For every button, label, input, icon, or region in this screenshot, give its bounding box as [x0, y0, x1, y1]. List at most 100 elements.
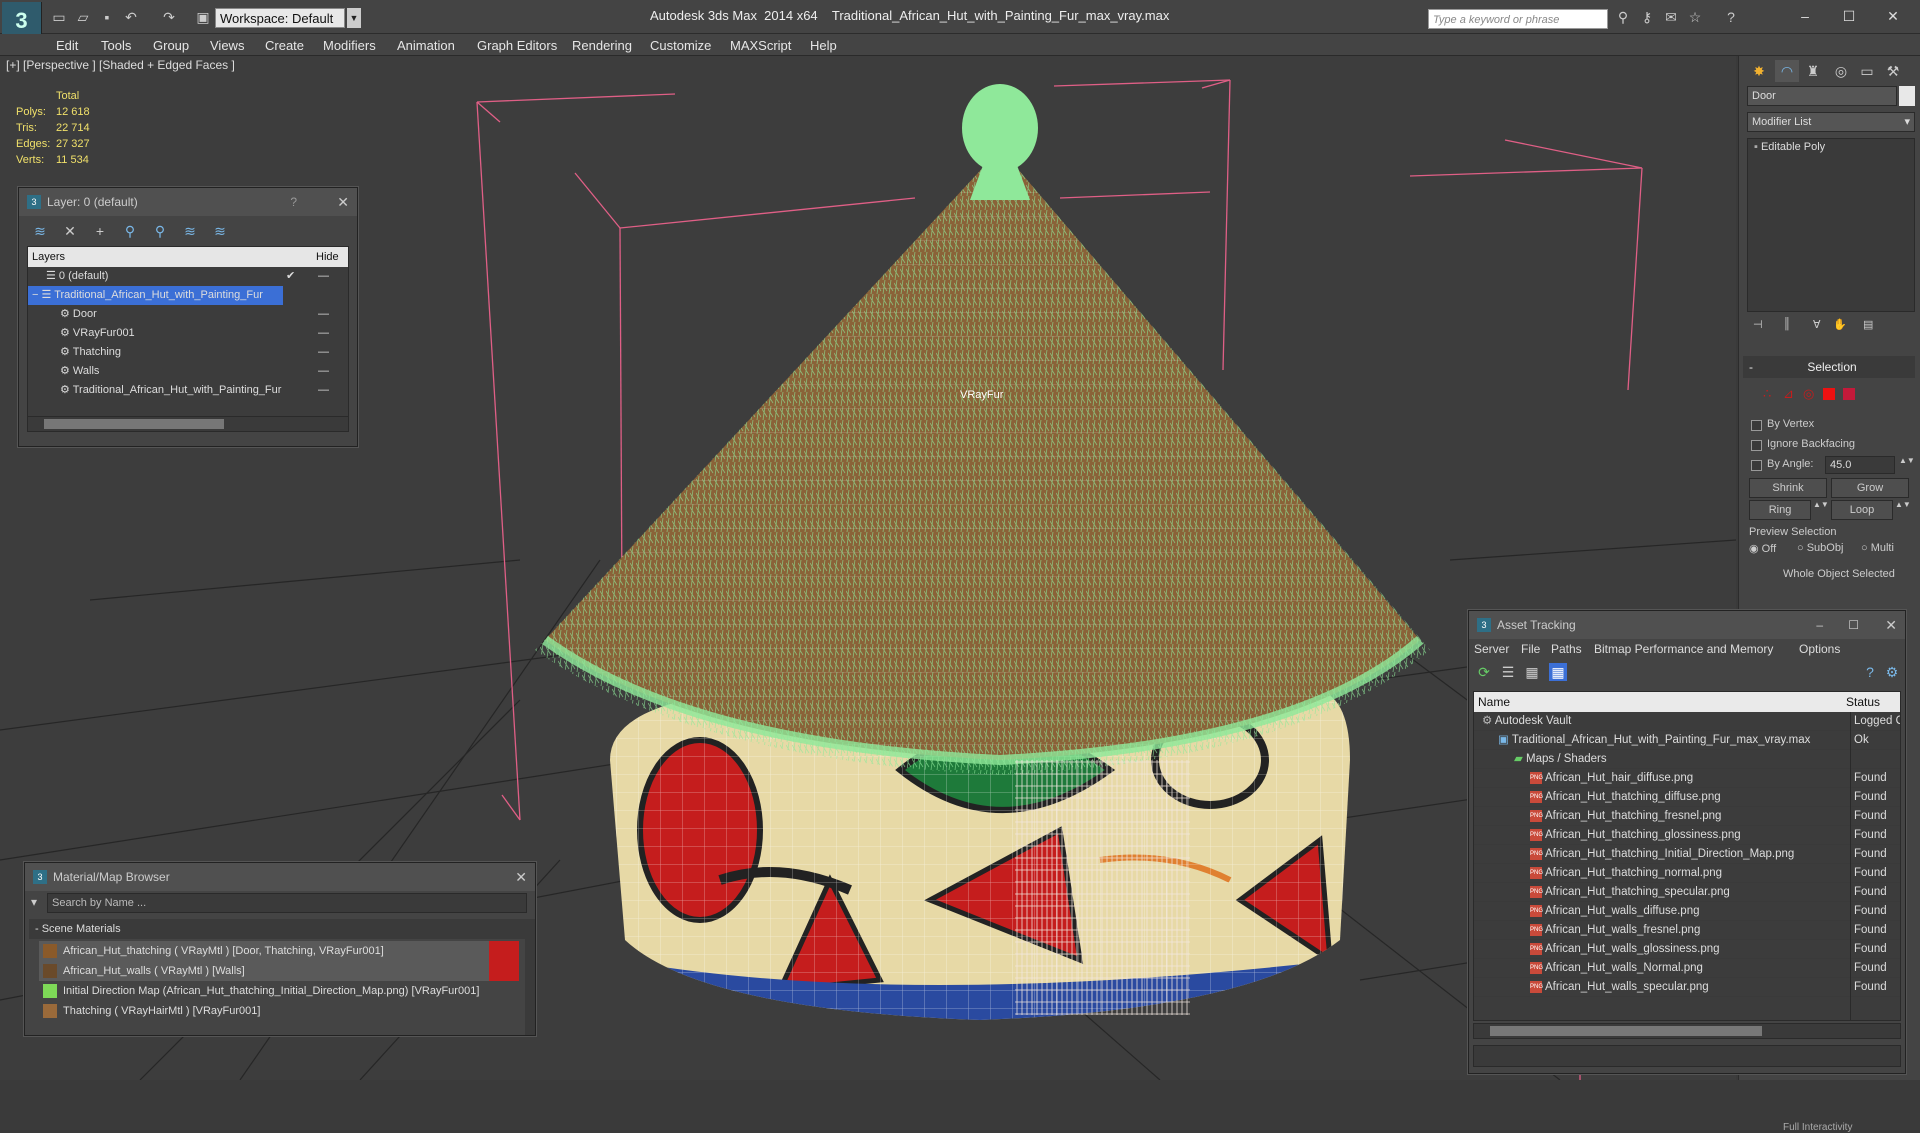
list-view-icon[interactable]: ☰: [1499, 663, 1517, 681]
menu-maxscript[interactable]: MAXScript: [730, 38, 791, 53]
refresh-icon[interactable]: ⟳: [1475, 663, 1493, 681]
scroll-thumb[interactable]: [1490, 1026, 1762, 1036]
loop-spinner[interactable]: ▲▼: [1895, 500, 1911, 509]
settings-icon[interactable]: ⚙: [1883, 663, 1901, 681]
close-icon[interactable]: ✕: [337, 188, 349, 216]
remove-modifier-icon[interactable]: ✋: [1833, 318, 1847, 331]
create-tab-icon[interactable]: ✸: [1747, 60, 1771, 82]
table-view-icon[interactable]: ▦: [1549, 663, 1567, 681]
menu-modifiers[interactable]: Modifiers: [323, 38, 376, 53]
help-icon[interactable]: ?: [290, 188, 297, 216]
menu-graph-editors[interactable]: Graph Editors: [477, 38, 557, 53]
asset-row[interactable]: PNG African_Hut_thatching_normal.png Found: [1474, 864, 1900, 883]
layer-row-selected[interactable]: − ☰ Traditional_African_Hut_with_Paintin…: [28, 286, 283, 305]
asset-row[interactable]: ▣ Traditional_African_Hut_with_Painting_…: [1474, 731, 1900, 750]
by-vertex-checkbox[interactable]: [1751, 420, 1762, 431]
shrink-button[interactable]: Shrink: [1749, 478, 1827, 498]
menu-create[interactable]: Create: [265, 38, 304, 53]
redo-icon[interactable]: ↷: [160, 8, 178, 26]
ring-spinner[interactable]: ▲▼: [1813, 500, 1829, 509]
close-icon[interactable]: ✕: [1885, 611, 1897, 639]
material-item[interactable]: African_Hut_walls ( VRayMtl ) [Walls]: [39, 961, 519, 981]
new-file-icon[interactable]: ▭: [50, 8, 68, 26]
minimize-button[interactable]: –: [1790, 4, 1820, 28]
edge-mode-icon[interactable]: ⊿: [1783, 386, 1794, 402]
hide-toggle[interactable]: —: [318, 305, 329, 324]
minimize-button[interactable]: –: [1816, 611, 1823, 639]
chevron-down-icon[interactable]: ▼: [347, 8, 361, 28]
ring-button[interactable]: Ring: [1749, 500, 1811, 520]
hide-toggle[interactable]: —: [318, 267, 329, 286]
menu-animation[interactable]: Animation: [397, 38, 455, 53]
menu-bitmap-performance[interactable]: Bitmap Performance and Memory: [1594, 642, 1773, 656]
asset-row[interactable]: PNG African_Hut_thatching_glossiness.png F…: [1474, 826, 1900, 845]
configure-sets-icon[interactable]: ▤: [1863, 318, 1873, 331]
selection-rollout-header[interactable]: - Selection: [1743, 356, 1915, 378]
layers-column-header[interactable]: Layers: [28, 251, 65, 263]
asset-row[interactable]: PNG African_Hut_walls_fresnel.png Found: [1474, 921, 1900, 940]
close-icon[interactable]: ✕: [515, 863, 527, 891]
hide-toggle[interactable]: —: [318, 362, 329, 381]
menu-server[interactable]: Server: [1474, 642, 1509, 656]
subscription-icon[interactable]: ⚷: [1638, 8, 1656, 26]
maximize-button[interactable]: ☐: [1834, 4, 1864, 28]
search-input[interactable]: Type a keyword or phrase: [1428, 9, 1608, 29]
add-to-layer-icon[interactable]: +: [91, 222, 109, 240]
asset-row[interactable]: PNG African_Hut_thatching_diffuse.png Foun…: [1474, 788, 1900, 807]
scene-materials-header[interactable]: - Scene Materials: [29, 919, 529, 939]
scroll-thumb[interactable]: [44, 419, 224, 429]
help-icon[interactable]: ?: [1722, 8, 1740, 26]
asset-row[interactable]: ▰ Maps / Shaders: [1474, 750, 1900, 769]
angle-spinner[interactable]: ▲▼: [1899, 456, 1915, 465]
material-browser-titlebar[interactable]: 3 Material/Map Browser ✕: [25, 863, 535, 891]
object-name-field[interactable]: Door: [1747, 86, 1897, 106]
material-item[interactable]: Initial Direction Map (African_Hut_thatc…: [39, 981, 519, 1001]
layer-scrollbar[interactable]: [27, 416, 349, 432]
asset-row[interactable]: PNG African_Hut_hair_diffuse.png Found: [1474, 769, 1900, 788]
object-row[interactable]: ⚙ Walls —: [28, 362, 348, 381]
modify-tab-icon[interactable]: ◠: [1775, 60, 1799, 82]
by-angle-checkbox[interactable]: [1751, 460, 1762, 471]
polygon-mode-icon[interactable]: [1823, 388, 1835, 400]
asset-row[interactable]: PNG African_Hut_thatching_Initial_Directi…: [1474, 845, 1900, 864]
delete-layer-icon[interactable]: ✕: [61, 222, 79, 240]
utilities-tab-icon[interactable]: ⚒: [1881, 60, 1905, 82]
hide-all-icon[interactable]: ≋: [181, 222, 199, 240]
material-search-input[interactable]: Search by Name ...: [47, 893, 527, 913]
menu-paths[interactable]: Paths: [1551, 642, 1582, 656]
layer-panel-titlebar[interactable]: 3 Layer: 0 (default) ? ✕: [19, 188, 357, 216]
communication-icon[interactable]: ✉: [1662, 8, 1680, 26]
modifier-list-dropdown[interactable]: Modifier List ▾: [1747, 112, 1915, 132]
asset-row[interactable]: PNG African_Hut_thatching_fresnel.png Foun…: [1474, 807, 1900, 826]
loop-button[interactable]: Loop: [1831, 500, 1893, 520]
thumbnail-view-icon[interactable]: ▦: [1523, 663, 1541, 681]
make-unique-icon[interactable]: ∀: [1813, 318, 1821, 331]
material-scrollbar[interactable]: [525, 919, 535, 1035]
show-end-result-icon[interactable]: ║: [1783, 318, 1791, 330]
create-layer-icon[interactable]: ≋: [31, 222, 49, 240]
menu-tools[interactable]: Tools: [101, 38, 131, 53]
object-row[interactable]: ⚙ Thatching —: [28, 343, 348, 362]
material-item[interactable]: African_Hut_thatching ( VRayMtl ) [Door,…: [39, 941, 519, 961]
binoculars-icon[interactable]: ⚲: [1614, 8, 1632, 26]
preview-off-radio[interactable]: ◉ Off: [1749, 542, 1776, 555]
workspace-dropdown[interactable]: Workspace: Default: [215, 8, 345, 28]
menu-options[interactable]: Options: [1799, 642, 1840, 656]
asset-tracking-titlebar[interactable]: 3 Asset Tracking – ☐ ✕: [1469, 611, 1905, 639]
vertex-mode-icon[interactable]: ∴: [1763, 386, 1771, 402]
menu-file[interactable]: File: [1521, 642, 1540, 656]
menu-views[interactable]: Views: [210, 38, 244, 53]
motion-tab-icon[interactable]: ◎: [1829, 60, 1853, 82]
asset-row[interactable]: ⚙ Autodesk Vault Logged O: [1474, 712, 1900, 731]
open-file-icon[interactable]: ▱: [74, 8, 92, 26]
asset-row[interactable]: PNG African_Hut_walls_diffuse.png Found: [1474, 902, 1900, 921]
preview-subobj-radio[interactable]: ○ SubObj: [1797, 542, 1843, 554]
menu-group[interactable]: Group: [153, 38, 189, 53]
hide-toggle[interactable]: —: [318, 381, 329, 400]
undo-icon[interactable]: ↶: [122, 8, 140, 26]
filter-icon[interactable]: ▾: [31, 895, 37, 909]
menu-help[interactable]: Help: [810, 38, 837, 53]
name-column-header[interactable]: Name: [1478, 692, 1510, 712]
pin-stack-icon[interactable]: ⊣: [1753, 318, 1763, 331]
highlight-layer-icon[interactable]: ⚲: [151, 222, 169, 240]
